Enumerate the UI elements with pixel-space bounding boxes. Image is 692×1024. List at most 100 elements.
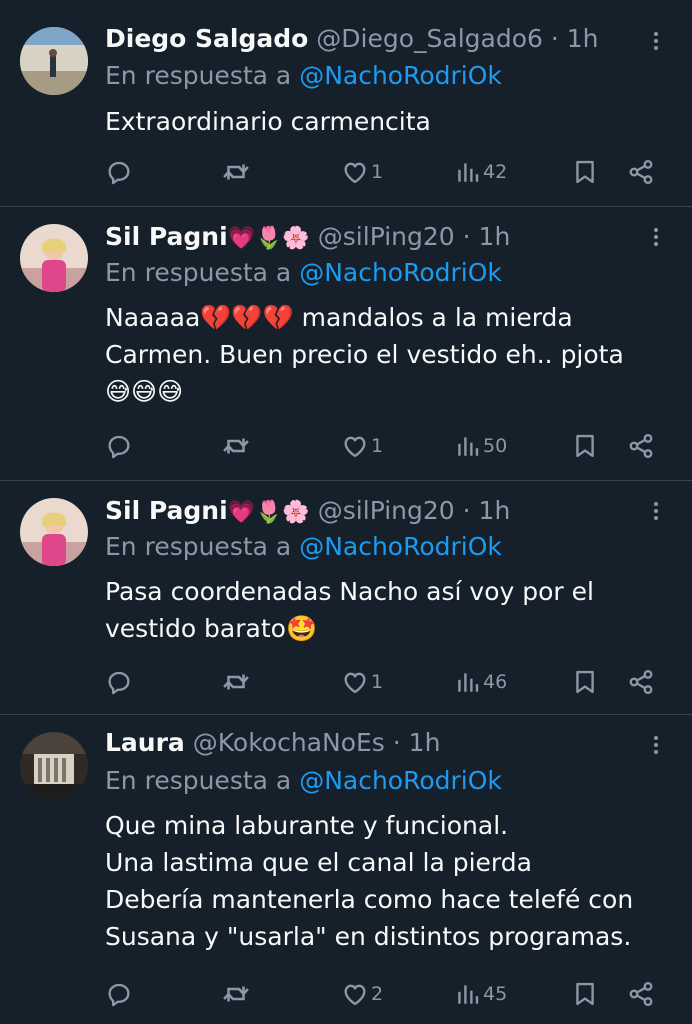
like-button[interactable]: 1 [341,428,383,464]
view-count: 45 [483,983,508,1005]
tweet-text: Naaaaa💔💔💔 mandalos a la mierda Carmen. B… [105,303,624,406]
share-icon [627,668,655,696]
heart-icon [341,432,369,460]
mention-link[interactable]: @NachoRodriOk [299,61,502,90]
reply-button[interactable] [105,976,135,1012]
reply-tweet[interactable]: Sil Pagni💗🌷🌸 @silPing20 · 1h En respuest… [0,481,692,715]
user-handle[interactable]: @Diego_Salgado6 [316,24,543,53]
view-count: 50 [483,435,508,457]
reply-tweet[interactable]: Laura @KokochaNoEs · 1h En respuesta a @… [0,715,692,1024]
bookmark-button[interactable] [571,154,599,190]
share-button[interactable] [627,664,655,700]
display-name[interactable]: Sil Pagni [105,496,228,525]
action-bar: 2 45 [105,976,665,1012]
more-options-button[interactable] [644,221,668,253]
retweet-button[interactable] [221,154,253,190]
bookmark-icon [571,432,599,460]
views-icon [455,981,481,1007]
retweet-icon [221,431,251,461]
replying-to-label: En respuesta a [105,766,300,795]
replying-to: En respuesta a @NachoRodriOk [105,765,502,797]
replying-to: En respuesta a @NachoRodriOk [105,257,502,289]
reply-button[interactable] [105,664,135,700]
retweet-button[interactable] [221,664,253,700]
timestamp[interactable]: 1h [479,496,511,525]
like-button[interactable]: 1 [341,154,383,190]
like-count: 1 [371,671,384,693]
display-name[interactable]: Diego Salgado [105,24,308,53]
more-options-button[interactable] [644,495,668,527]
like-count: 1 [371,161,384,183]
action-bar: 1 50 [105,428,665,464]
user-handle[interactable]: @KokochaNoEs [193,728,385,757]
retweet-button[interactable] [221,976,253,1012]
replying-to: En respuesta a @NachoRodriOk [105,531,502,563]
avatar[interactable] [20,498,88,566]
views-button[interactable]: 45 [455,976,507,1012]
reply-icon [105,158,133,186]
share-button[interactable] [627,154,655,190]
heart-icon [341,668,369,696]
like-count: 2 [371,983,384,1005]
bookmark-button[interactable] [571,428,599,464]
like-count: 1 [371,435,384,457]
tweet-text: Pasa coordenadas Nacho así voy por el ve… [105,577,594,643]
more-vertical-icon [644,29,668,53]
views-icon [455,159,481,185]
separator: · [454,496,479,525]
reply-tweet[interactable]: Diego Salgado @Diego_Salgado6 · 1h En re… [0,0,692,207]
timestamp[interactable]: 1h [567,24,599,53]
display-name[interactable]: Laura [105,728,185,757]
action-bar: 1 42 [105,154,665,190]
share-icon [627,432,655,460]
user-handle[interactable]: @silPing20 [318,222,455,251]
mention-link[interactable]: @NachoRodriOk [299,532,502,561]
share-icon [627,158,655,186]
separator: · [542,24,567,53]
bookmark-button[interactable] [571,976,599,1012]
display-name[interactable]: Sil Pagni [105,222,228,251]
bookmark-button[interactable] [571,664,599,700]
more-options-button[interactable] [644,729,668,761]
views-icon [455,433,481,459]
avatar[interactable] [20,224,88,292]
share-button[interactable] [627,976,655,1012]
views-button[interactable]: 46 [455,664,507,700]
timestamp[interactable]: 1h [479,222,511,251]
reply-tweet[interactable]: Sil Pagni💗🌷🌸 @silPing20 · 1h En respuest… [0,207,692,481]
heart-icon [341,158,369,186]
more-vertical-icon [644,499,668,523]
replying-to-label: En respuesta a [105,61,300,90]
tweet-text: Extraordinario carmencita [105,107,431,136]
timestamp[interactable]: 1h [409,728,441,757]
replying-to: En respuesta a @NachoRodriOk [105,60,502,92]
retweet-button[interactable] [221,428,253,464]
bookmark-icon [571,158,599,186]
display-name-emoji: 💗🌷🌸 [227,500,310,525]
mention-link[interactable]: @NachoRodriOk [299,258,502,287]
avatar[interactable] [20,27,88,95]
share-button[interactable] [627,428,655,464]
mention-link[interactable]: @NachoRodriOk [299,766,502,795]
avatar[interactable] [20,732,88,800]
reply-icon [105,980,133,1008]
reply-button[interactable] [105,428,135,464]
bookmark-icon [571,668,599,696]
like-button[interactable]: 2 [341,976,383,1012]
share-icon [627,980,655,1008]
more-vertical-icon [644,733,668,757]
heart-icon [341,980,369,1008]
like-button[interactable]: 1 [341,664,383,700]
more-options-button[interactable] [644,25,668,57]
display-name-emoji: 💗🌷🌸 [227,226,310,251]
replying-to-label: En respuesta a [105,532,300,561]
view-count: 46 [483,671,508,693]
reply-button[interactable] [105,154,135,190]
views-button[interactable]: 50 [455,428,507,464]
retweet-icon [221,667,251,697]
tweet-text: Que mina laburante y funcional. Una last… [105,811,634,951]
action-bar: 1 46 [105,664,665,700]
user-handle[interactable]: @silPing20 [318,496,455,525]
views-button[interactable]: 42 [455,154,507,190]
views-icon [455,669,481,695]
